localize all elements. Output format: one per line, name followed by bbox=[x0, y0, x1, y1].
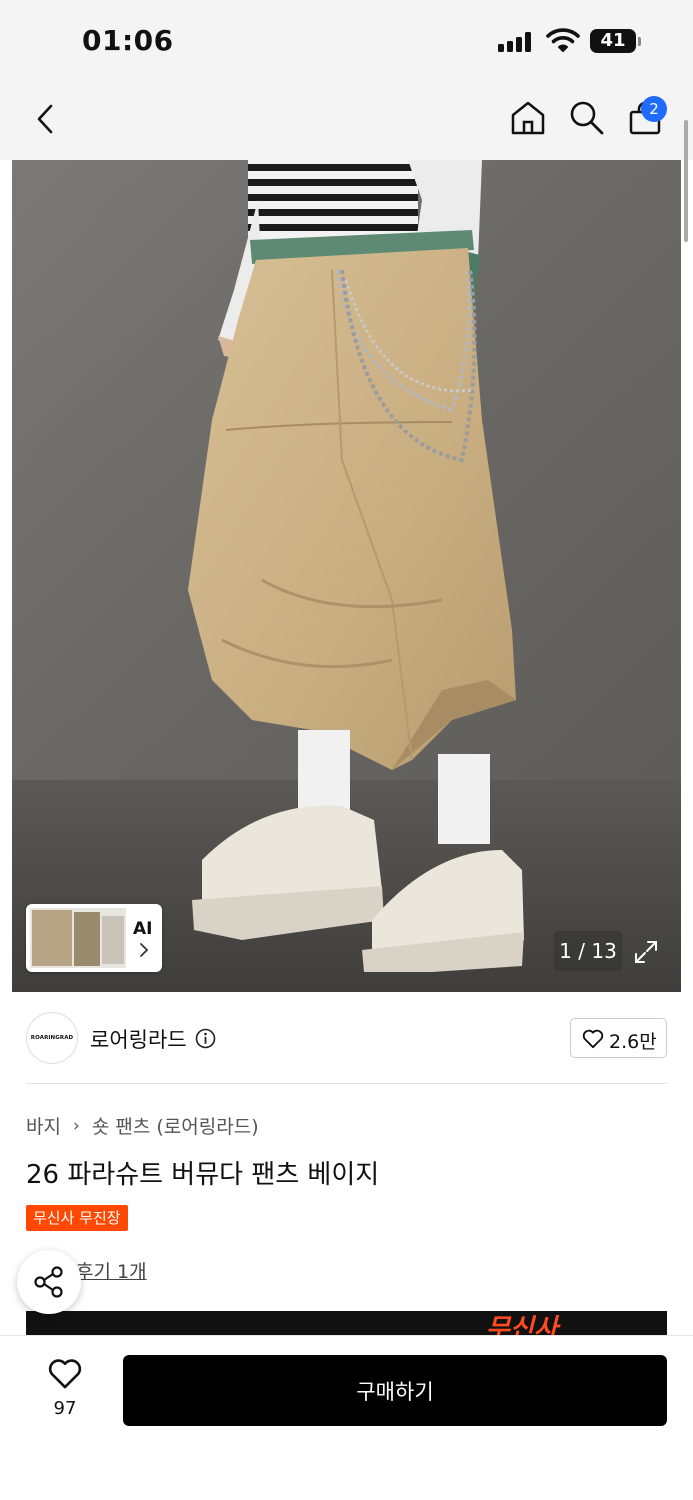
wifi-icon bbox=[546, 28, 580, 52]
ai-label: AI bbox=[133, 919, 153, 939]
search-icon[interactable] bbox=[569, 100, 605, 136]
bottom-action-bar: 97 구매하기 bbox=[0, 1335, 693, 1500]
banner-text: 무신사 bbox=[486, 1314, 558, 1336]
scrollbar[interactable] bbox=[684, 120, 688, 242]
product-image[interactable] bbox=[12, 160, 681, 992]
home-icon[interactable] bbox=[510, 100, 546, 136]
battery-cap bbox=[638, 37, 641, 46]
back-icon[interactable] bbox=[34, 104, 56, 134]
brand-like-count: 2.6만 bbox=[609, 1031, 657, 1053]
promo-banner[interactable]: 무신사 bbox=[26, 1311, 667, 1336]
ai-similar-card[interactable]: AI bbox=[26, 904, 162, 972]
like-button[interactable]: 97 bbox=[40, 1358, 90, 1419]
image-counter: 1 / 13 bbox=[554, 931, 622, 971]
divider bbox=[26, 1083, 667, 1084]
review-link[interactable]: 후기 1개 bbox=[76, 1257, 147, 1284]
product-tag: 무신사 무진장 bbox=[26, 1205, 128, 1231]
info-icon[interactable] bbox=[195, 1028, 216, 1049]
brand-row: ROARINGRAD 로어링라드 2.6만 bbox=[0, 1000, 693, 1080]
share-icon bbox=[34, 1266, 63, 1298]
chevron-right-icon bbox=[140, 943, 149, 957]
buy-button[interactable]: 구매하기 bbox=[123, 1355, 667, 1426]
product-photo bbox=[12, 160, 681, 992]
cellular-signal-icon bbox=[498, 32, 534, 52]
brand-name[interactable]: 로어링라드 bbox=[90, 1024, 187, 1054]
status-time: 01:06 bbox=[82, 24, 174, 57]
breadcrumb: 바지 › 숏 팬츠 (로어링라드) bbox=[26, 1112, 259, 1139]
brand-like-button[interactable]: 2.6만 bbox=[570, 1018, 667, 1058]
share-button[interactable] bbox=[17, 1250, 81, 1314]
battery-indicator: 41 bbox=[590, 29, 636, 53]
chevron-right-icon: › bbox=[73, 1115, 80, 1136]
expand-icon[interactable] bbox=[633, 939, 659, 965]
heart-icon bbox=[48, 1359, 82, 1389]
brand-logo[interactable]: ROARINGRAD bbox=[26, 1012, 78, 1064]
breadcrumb-item[interactable]: 숏 팬츠 (로어링라드) bbox=[92, 1112, 259, 1139]
heart-icon bbox=[582, 1029, 604, 1049]
breadcrumb-item[interactable]: 바지 bbox=[26, 1112, 61, 1139]
ai-thumbnail-image bbox=[30, 908, 126, 968]
cart-count-badge: 2 bbox=[641, 96, 667, 122]
status-bar: 01:06 41 bbox=[0, 0, 693, 80]
product-title: 26 파라슈트 버뮤다 팬츠 베이지 bbox=[26, 1160, 380, 1190]
like-count: 97 bbox=[53, 1398, 77, 1419]
